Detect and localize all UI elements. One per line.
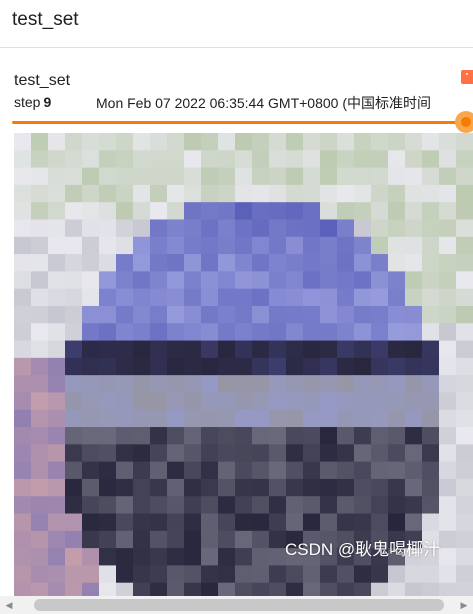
sample-image — [14, 133, 473, 600]
step-indicator: step 9 — [14, 93, 51, 111]
tensorboard-image-panel: test_set test_set step 9 Mon Feb 07 2022 … — [0, 0, 473, 614]
step-slider-track[interactable] — [12, 121, 473, 124]
tag-title: test_set — [12, 9, 79, 30]
timestamp: Mon Feb 07 2022 06:35:44 GMT+0800 (中国标准时… — [96, 95, 431, 111]
run-name: test_set — [14, 72, 71, 89]
panel-header: test_set — [0, 0, 473, 48]
watermark: CSDN @耿鬼喝椰汁 — [285, 540, 441, 559]
triangle-right-icon[interactable]: ▶ — [455, 596, 473, 614]
image-card: test_set step 9 Mon Feb 07 2022 06:35:44 … — [0, 49, 473, 614]
pixelated-car-image — [14, 133, 473, 600]
horizontal-scrollbar[interactable]: ◀ ▶ — [0, 596, 473, 614]
triangle-left-icon[interactable]: ◀ — [0, 596, 18, 614]
step-value: 9 — [43, 94, 52, 110]
step-slider-thumb[interactable] — [455, 111, 473, 133]
scrollbar-thumb[interactable] — [34, 599, 444, 611]
run-color-swatch[interactable] — [461, 70, 473, 84]
step-label: step — [14, 94, 41, 110]
